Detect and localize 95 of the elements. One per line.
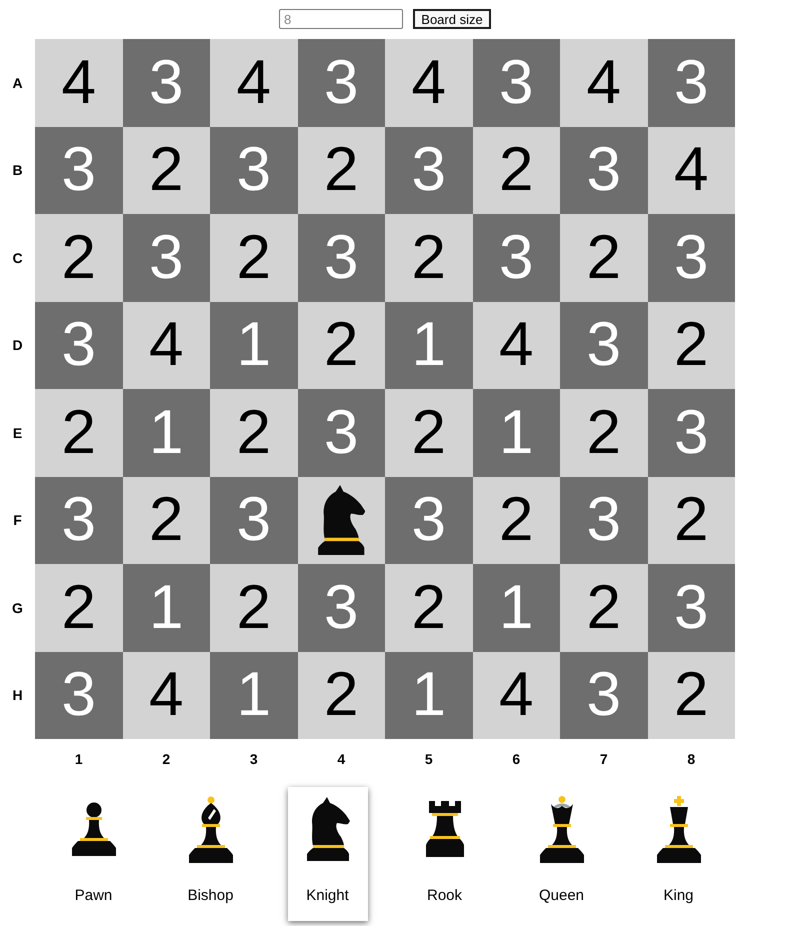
king-piece-icon [656, 796, 700, 862]
piece-option[interactable]: Pawn [54, 787, 134, 921]
board-square[interactable]: 3 [298, 39, 385, 126]
board-square[interactable]: 4 [122, 302, 210, 389]
board-square[interactable]: 1 [385, 652, 472, 739]
board-square[interactable]: 2 [210, 564, 298, 652]
column-label: 8 [687, 751, 696, 767]
board-square[interactable]: 2 [122, 476, 210, 564]
board-square[interactable]: 2 [35, 389, 122, 476]
row-label: C [12, 250, 23, 266]
board-size-button[interactable]: Board size [413, 9, 491, 29]
board-square[interactable]: 4 [385, 39, 472, 126]
board-square[interactable]: 2 [472, 126, 560, 214]
board-square[interactable]: 2 [122, 126, 210, 214]
board-square[interactable]: 2 [385, 389, 472, 476]
row-label: F [13, 512, 22, 528]
board-square[interactable]: 1 [472, 564, 560, 652]
board-square[interactable]: 1 [472, 389, 560, 476]
piece-option[interactable]: Rook [404, 787, 484, 921]
board-square[interactable]: 4 [35, 39, 122, 126]
bishop-piece-icon [188, 796, 232, 862]
board-square[interactable]: 2 [472, 476, 560, 564]
board-square[interactable]: 2 [35, 564, 122, 652]
board-square[interactable]: 2 [35, 214, 122, 302]
board-square[interactable]: 3 [298, 564, 385, 652]
board-square[interactable]: 3 [385, 126, 472, 214]
board-square[interactable]: 2 [298, 302, 385, 389]
column-label: 1 [74, 751, 83, 767]
queen-piece-icon [540, 796, 584, 862]
knight-piece-icon [306, 797, 350, 861]
board-square[interactable]: 4 [472, 652, 560, 739]
board-square[interactable]: 4 [648, 126, 735, 214]
board-square[interactable]: 2 [298, 126, 385, 214]
column-label: 7 [600, 751, 608, 767]
board-square[interactable]: 3 [648, 214, 735, 302]
board-square[interactable]: 4 [560, 39, 648, 126]
piece-option[interactable]: Bishop [170, 787, 250, 921]
board-square[interactable]: 2 [560, 389, 648, 476]
row-label: G [12, 600, 23, 616]
board-square[interactable]: 2 [560, 214, 648, 302]
row-label: E [12, 424, 22, 441]
board-square[interactable]: 3 [210, 126, 298, 214]
column-label: 5 [424, 751, 433, 767]
board-square[interactable]: 3 [560, 476, 648, 564]
piece-option[interactable]: King [638, 787, 718, 921]
board-square[interactable]: 3 [35, 476, 122, 564]
board-square[interactable]: 2 [560, 564, 648, 652]
board-square[interactable]: 3 [560, 126, 648, 214]
board-square[interactable] [298, 476, 385, 564]
column-label: 2 [162, 751, 170, 767]
board-square[interactable]: 1 [210, 652, 298, 739]
board-square[interactable]: 3 [122, 39, 210, 126]
board-square[interactable]: 3 [122, 214, 210, 302]
board-square[interactable]: 2 [648, 652, 735, 739]
piece-option[interactable]: Knight [288, 787, 368, 921]
board-square[interactable]: 4 [472, 302, 560, 389]
board-square[interactable]: 1 [210, 302, 298, 389]
board-square[interactable]: 2 [648, 476, 735, 564]
board-square[interactable]: 4 [122, 652, 210, 739]
board-square[interactable]: 3 [560, 652, 648, 739]
board-square[interactable]: 1 [122, 389, 210, 476]
row-label: D [12, 337, 23, 354]
board-square[interactable]: 3 [298, 214, 385, 302]
board-square[interactable]: 3 [648, 389, 735, 476]
column-label: 6 [512, 751, 520, 767]
board-square[interactable]: 3 [472, 39, 560, 126]
rook-piece-icon [426, 801, 464, 857]
knight-piece-icon [317, 485, 366, 556]
column-label: 4 [337, 751, 346, 767]
board-square[interactable]: 2 [385, 564, 472, 652]
pawn-piece-icon [72, 802, 116, 856]
board-square[interactable]: 2 [385, 214, 472, 302]
board-square[interactable]: 3 [35, 126, 122, 214]
board-square[interactable]: 3 [385, 476, 472, 564]
row-label: H [12, 687, 23, 704]
board-square[interactable]: 3 [210, 476, 298, 564]
board-square[interactable]: 2 [210, 389, 298, 476]
board-square[interactable]: 3 [35, 302, 122, 389]
row-label: B [12, 162, 23, 178]
board-square[interactable]: 3 [472, 214, 560, 302]
board-square[interactable]: 2 [210, 214, 298, 302]
board-square[interactable]: 3 [648, 39, 735, 126]
board-square[interactable]: 2 [298, 652, 385, 739]
board-square[interactable]: 1 [122, 564, 210, 652]
board-square[interactable]: 3 [298, 389, 385, 476]
board-square[interactable]: 3 [35, 652, 122, 739]
board-square[interactable]: 3 [648, 564, 735, 652]
board-square[interactable]: 4 [210, 39, 298, 126]
row-label: A [12, 74, 23, 91]
board-size-field[interactable]: 8 [279, 9, 403, 29]
piece-option[interactable]: Queen [522, 787, 602, 921]
board-square[interactable]: 1 [385, 302, 472, 389]
board-square[interactable]: 2 [648, 302, 735, 389]
column-label: 3 [250, 751, 258, 767]
board-square[interactable]: 3 [560, 302, 648, 389]
